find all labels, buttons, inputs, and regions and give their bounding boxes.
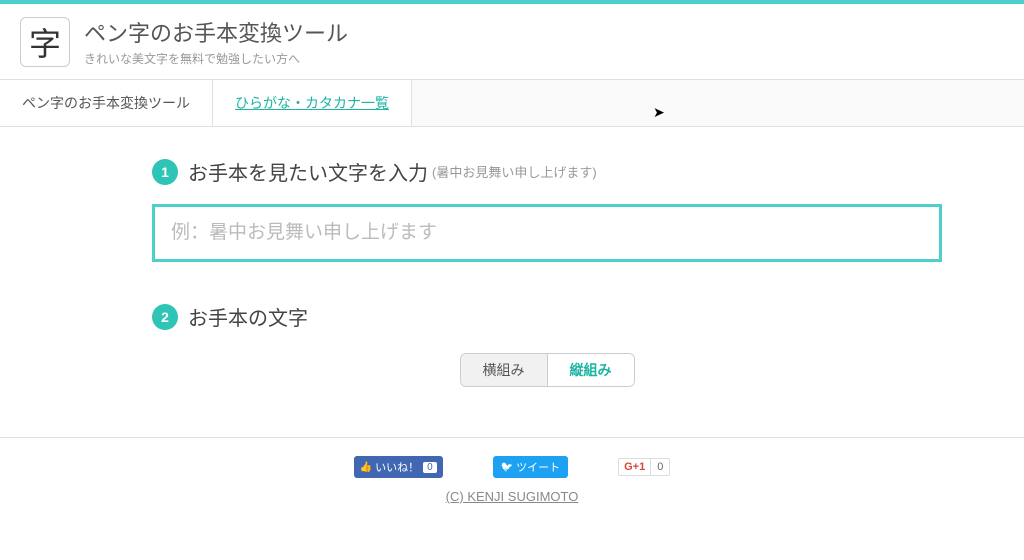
tab-converter[interactable]: ペン字のお手本変換ツール bbox=[0, 80, 213, 126]
segmented-control: 横組み 縦組み bbox=[460, 353, 635, 387]
toggle-vertical[interactable]: 縦組み bbox=[548, 354, 634, 386]
step-badge-1: 1 bbox=[152, 159, 178, 185]
section1-title: お手本を見たい文字を入力 bbox=[188, 157, 428, 186]
layout-toggle: 横組み 縦組み bbox=[152, 353, 942, 387]
nav-tabs: ペン字のお手本変換ツール ひらがな・カタカナ一覧 bbox=[0, 79, 1024, 127]
section2: 2 お手本の文字 横組み 縦組み bbox=[152, 302, 942, 387]
logo-box[interactable]: 字 bbox=[20, 17, 70, 67]
copyright-link[interactable]: (C) KENJI SUGIMOTO bbox=[446, 489, 579, 504]
twitter-bird-icon bbox=[501, 461, 516, 473]
section2-head: 2 お手本の文字 bbox=[152, 302, 942, 331]
text-input[interactable] bbox=[152, 204, 942, 262]
facebook-like-button[interactable]: いいね！ 0 bbox=[354, 456, 443, 478]
logo-kanji: 字 bbox=[29, 19, 61, 65]
header: 字 ペン字のお手本変換ツール きれいな美文字を無料で勉強したい方へ bbox=[0, 4, 1024, 79]
gplus-count: 0 bbox=[650, 459, 669, 475]
section2-title: お手本の文字 bbox=[188, 302, 308, 331]
google-plus-button[interactable]: G+1 0 bbox=[618, 458, 670, 476]
twitter-tweet-button[interactable]: ツイート bbox=[493, 456, 568, 478]
fb-label: いいね！ bbox=[375, 459, 419, 475]
toggle-horizontal[interactable]: 横組み bbox=[461, 354, 548, 386]
title-group: ペン字のお手本変換ツール きれいな美文字を無料で勉強したい方へ bbox=[84, 16, 348, 67]
section1-head: 1 お手本を見たい文字を入力 (暑中お見舞い申し上げます) bbox=[152, 157, 942, 186]
footer: いいね！ 0 ツイート G+1 0 (C) KENJI SUGIMOTO bbox=[0, 437, 1024, 524]
page-title: ペン字のお手本変換ツール bbox=[84, 16, 348, 48]
gplus-label: G+1 bbox=[619, 459, 650, 475]
tw-label: ツイート bbox=[516, 459, 560, 475]
page-subtitle: きれいな美文字を無料で勉強したい方へ bbox=[84, 50, 348, 67]
social-buttons: いいね！ 0 ツイート G+1 0 bbox=[0, 456, 1024, 478]
tab-kana-list[interactable]: ひらがな・カタカナ一覧 bbox=[213, 80, 412, 126]
fb-count: 0 bbox=[423, 462, 437, 473]
thumb-up-icon bbox=[360, 461, 375, 473]
step-badge-2: 2 bbox=[152, 304, 178, 330]
main-content: 1 お手本を見たい文字を入力 (暑中お見舞い申し上げます) 2 お手本の文字 横… bbox=[62, 127, 962, 407]
section1-hint: (暑中お見舞い申し上げます) bbox=[432, 162, 597, 181]
